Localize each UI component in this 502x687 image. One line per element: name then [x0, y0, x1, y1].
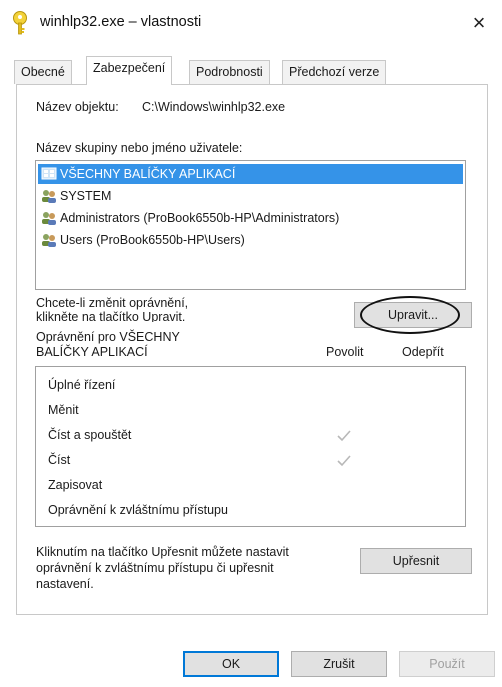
permission-row-modify: Měnit — [48, 403, 79, 417]
permissions-list[interactable]: Úplné řízení Měnit Číst a spouštět Číst … — [35, 366, 466, 527]
object-name-value: C:\Windows\winhlp32.exe — [142, 100, 286, 114]
close-icon: × — [472, 10, 486, 35]
key-icon — [10, 10, 30, 36]
permissions-col-allow: Povolit — [326, 345, 364, 359]
permission-row-special: Oprávnění k zvláštnímu přístupu — [48, 503, 228, 517]
advanced-button[interactable]: Upřesnit — [360, 548, 472, 574]
change-hint-line1: Chcete-li změnit oprávnění, — [36, 296, 189, 310]
group-item-administrators[interactable]: Administrators (ProBook6550b-HP\Administ… — [38, 208, 463, 228]
allow-check-icon — [336, 429, 352, 443]
advanced-hint-line2: oprávnění k zvláštnímu přístupu či upřes… — [36, 561, 274, 575]
window-title: winhlp32.exe – vlastnosti — [40, 14, 202, 30]
tab-general[interactable]: Obecné — [14, 60, 72, 84]
highlight-circle — [360, 296, 460, 334]
users-icon — [41, 211, 57, 225]
cancel-button[interactable]: Zrušit — [291, 651, 387, 677]
close-button[interactable]: × — [462, 8, 496, 38]
advanced-hint-line3: nastavení. — [36, 577, 94, 591]
group-item-users[interactable]: Users (ProBook6550b-HP\Users) — [38, 230, 463, 250]
allow-check-icon — [336, 454, 352, 468]
change-hint-line2: klikněte na tlačítko Upravit. — [36, 310, 186, 322]
group-item-system[interactable]: SYSTEM — [38, 186, 463, 206]
permissions-header-line2: BALÍČKY APLIKACÍ — [36, 345, 148, 359]
users-icon — [41, 233, 57, 247]
apply-button[interactable]: Použít — [399, 651, 495, 677]
advanced-hint-line1: Kliknutím na tlačítko Upřesnit můžete na… — [36, 545, 289, 559]
tab-details[interactable]: Podrobnosti — [189, 60, 270, 84]
permissions-header-line1: Oprávnění pro VŠECHNY — [36, 330, 180, 344]
users-icon — [41, 189, 57, 203]
object-name-label: Název objektu: — [36, 100, 119, 114]
ok-button[interactable]: OK — [183, 651, 279, 677]
permission-row-read-execute: Číst a spouštět — [48, 428, 132, 442]
tab-security[interactable]: Zabezpečení — [86, 56, 173, 85]
permission-row-write: Zapisovat — [48, 478, 103, 492]
groups-label: Název skupiny nebo jméno uživatele: — [36, 141, 243, 155]
group-item-all-app-packages[interactable]: VŠECHNY BALÍČKY APLIKACÍ — [38, 164, 463, 184]
tab-previous-versions[interactable]: Předchozí verze — [282, 60, 387, 84]
permission-row-full-control: Úplné řízení — [48, 378, 116, 392]
groups-listbox[interactable]: VŠECHNY BALÍČKY APLIKACÍ SYSTEM Administ… — [35, 160, 466, 290]
permission-row-read: Číst — [48, 453, 71, 467]
app-packages-icon — [41, 167, 57, 181]
permissions-col-deny: Odepřít — [402, 345, 444, 359]
title-bar: winhlp32.exe – vlastnosti × — [0, 0, 502, 48]
